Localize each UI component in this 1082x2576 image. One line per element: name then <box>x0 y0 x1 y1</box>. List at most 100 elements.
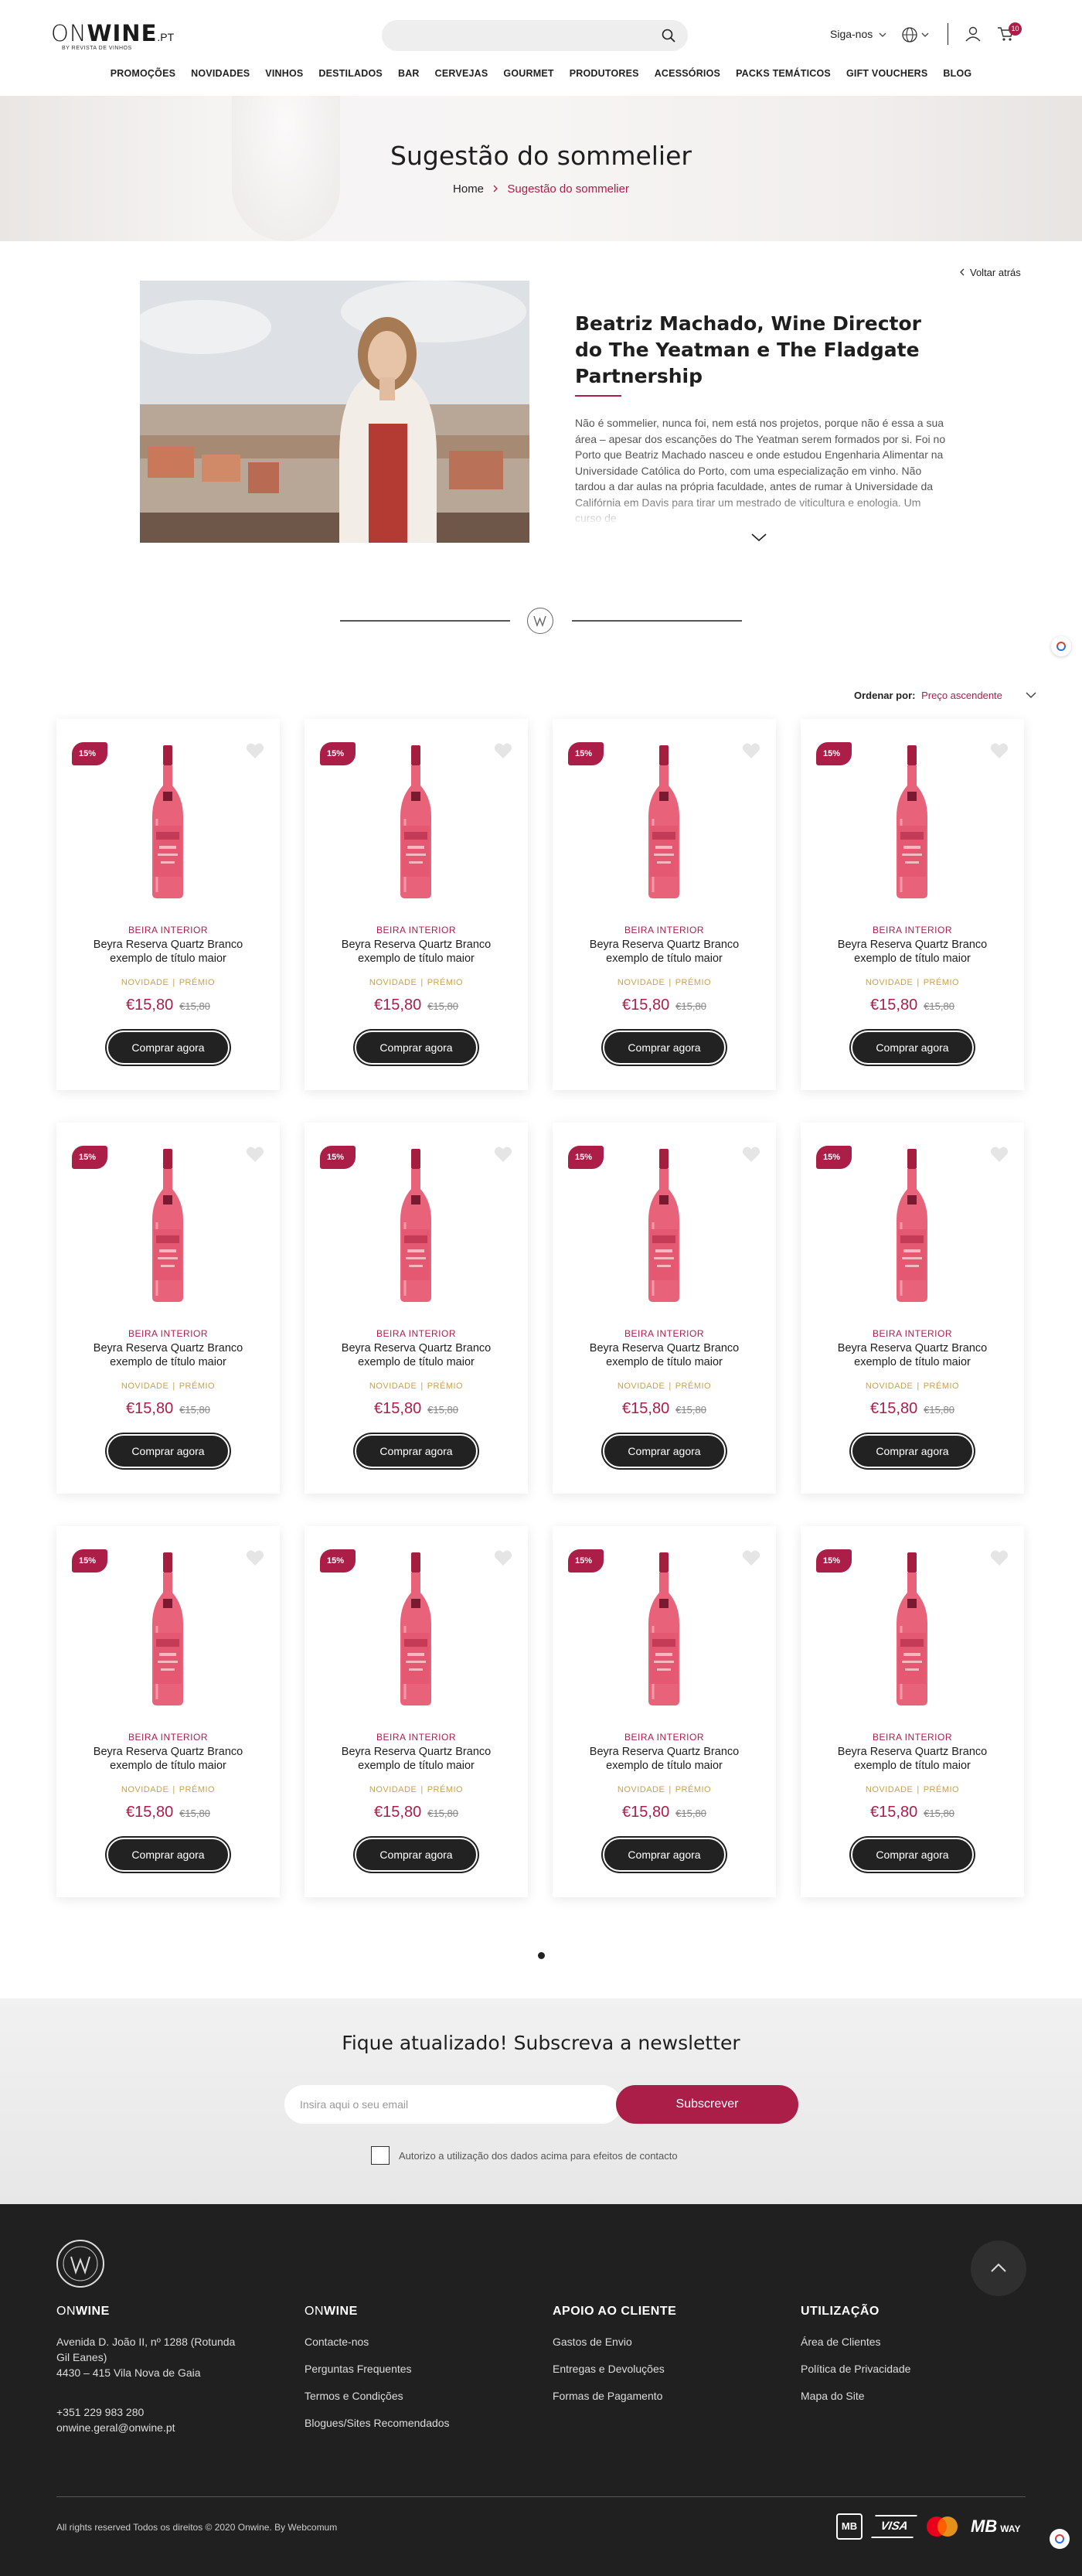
nav-item-produtores[interactable]: PRODUTORES <box>570 68 639 79</box>
footer-link-clientes[interactable]: Área de Clientes <box>801 2334 1002 2349</box>
buy-now-button[interactable]: Comprar agora <box>603 1031 726 1065</box>
footer-phone[interactable]: +351 229 983 280 <box>56 2404 250 2420</box>
favorite-heart-icon[interactable] <box>990 742 1009 763</box>
back-link[interactable]: Voltar atrás <box>958 267 1021 278</box>
buy-now-button[interactable]: Comprar agora <box>107 1838 230 1872</box>
favorite-heart-icon[interactable] <box>246 1549 264 1570</box>
product-card[interactable]: 15% BEIRA INTERIOR Beyra Reserva Quartz Br… <box>801 1526 1024 1897</box>
subscribe-button[interactable]: Subscrever <box>616 2085 798 2124</box>
nav-item-bar[interactable]: BAR <box>398 68 420 79</box>
favorite-heart-icon[interactable] <box>494 1549 512 1570</box>
wine-bottle-image[interactable] <box>398 745 434 900</box>
side-widget-icon[interactable] <box>1050 2529 1070 2549</box>
pagination-dot[interactable] <box>538 1952 545 1959</box>
footer-link-faq[interactable]: Perguntas Frequentes <box>305 2361 505 2377</box>
product-name[interactable]: Beyra Reserva Quartz Branco exemplo de t… <box>824 1341 1001 1369</box>
sort-selector[interactable]: Ordenar por: Preço ascendente <box>854 690 1036 701</box>
user-account[interactable] <box>965 26 982 46</box>
nav-item-cervejas[interactable]: CERVEJAS <box>435 68 488 79</box>
buy-now-button[interactable]: Comprar agora <box>355 1434 478 1468</box>
footer-link-envio[interactable]: Gastos de Envio <box>553 2334 754 2349</box>
nav-item-acessorios[interactable]: ACESSÓRIOS <box>655 68 720 79</box>
product-card[interactable]: 15% BEIRA INTERIOR Beyra Reserva Quartz Br… <box>305 719 528 1090</box>
product-name[interactable]: Beyra Reserva Quartz Branco exemplo de t… <box>824 1745 1001 1773</box>
favorite-heart-icon[interactable] <box>742 1549 760 1570</box>
footer-link-entregas[interactable]: Entregas e Devoluções <box>553 2361 754 2377</box>
onwine-logo[interactable]: ONWINE.PT BY REVISTA DE VINHOS <box>51 20 174 51</box>
language-selector[interactable] <box>901 26 929 47</box>
product-name[interactable]: Beyra Reserva Quartz Branco exemplo de t… <box>328 938 505 966</box>
consent-checkbox[interactable] <box>371 2146 390 2165</box>
product-name[interactable]: Beyra Reserva Quartz Branco exemplo de t… <box>80 1341 257 1369</box>
wine-bottle-image[interactable] <box>894 1149 930 1303</box>
footer-link-termos[interactable]: Termos e Condições <box>305 2388 505 2404</box>
breadcrumb-home[interactable]: Home <box>453 182 484 196</box>
wine-bottle-image[interactable] <box>398 1552 434 1707</box>
footer-link-privacidade[interactable]: Política de Privacidade <box>801 2361 1002 2377</box>
wine-bottle-image[interactable] <box>150 1552 185 1707</box>
product-card[interactable]: 15% BEIRA INTERIOR Beyra Reserva Quartz Br… <box>553 1123 776 1494</box>
search-input[interactable] <box>382 20 688 51</box>
favorite-heart-icon[interactable] <box>742 1146 760 1167</box>
footer-link-blogues[interactable]: Blogues/Sites Recomendados <box>305 2415 505 2431</box>
product-card[interactable]: 15% BEIRA INTERIOR Beyra Reserva Quartz Br… <box>56 1526 280 1897</box>
buy-now-button[interactable]: Comprar agora <box>851 1434 974 1468</box>
wine-bottle-image[interactable] <box>646 1149 682 1303</box>
footer-email[interactable]: onwine.geral@onwine.pt <box>56 2420 250 2435</box>
wine-bottle-image[interactable] <box>150 1149 185 1303</box>
product-name[interactable]: Beyra Reserva Quartz Branco exemplo de t… <box>576 1745 753 1773</box>
product-card[interactable]: 15% BEIRA INTERIOR Beyra Reserva Quartz Br… <box>56 719 280 1090</box>
back-to-top-button[interactable] <box>971 2240 1026 2296</box>
newsletter-email-input[interactable]: Insira aqui o seu email <box>284 2085 621 2124</box>
favorite-heart-icon[interactable] <box>246 1146 264 1167</box>
product-name[interactable]: Beyra Reserva Quartz Branco exemplo de t… <box>328 1341 505 1369</box>
product-card[interactable]: 15% BEIRA INTERIOR Beyra Reserva Quartz Br… <box>56 1123 280 1494</box>
product-card[interactable]: 15% BEIRA INTERIOR Beyra Reserva Quartz Br… <box>305 1526 528 1897</box>
wine-bottle-image[interactable] <box>646 1552 682 1707</box>
search-icon[interactable] <box>662 29 675 46</box>
product-name[interactable]: Beyra Reserva Quartz Branco exemplo de t… <box>80 938 257 966</box>
expand-text-button[interactable] <box>750 532 767 547</box>
buy-now-button[interactable]: Comprar agora <box>851 1838 974 1872</box>
buy-now-button[interactable]: Comprar agora <box>603 1434 726 1468</box>
nav-item-blog[interactable]: BLOG <box>943 68 971 79</box>
buy-now-button[interactable]: Comprar agora <box>107 1434 230 1468</box>
nav-item-gourmet[interactable]: GOURMET <box>503 68 553 79</box>
product-name[interactable]: Beyra Reserva Quartz Branco exemplo de t… <box>824 938 1001 966</box>
product-card[interactable]: 15% BEIRA INTERIOR Beyra Reserva Quartz Br… <box>801 1123 1024 1494</box>
product-card[interactable]: 15% BEIRA INTERIOR Beyra Reserva Quartz Br… <box>305 1123 528 1494</box>
wine-bottle-image[interactable] <box>646 745 682 900</box>
footer-link-mapa[interactable]: Mapa do Site <box>801 2388 1002 2404</box>
footer-link-pagamento[interactable]: Formas de Pagamento <box>553 2388 754 2404</box>
nav-item-gift-vouchers[interactable]: GIFT VOUCHERS <box>846 68 927 79</box>
follow-dropdown[interactable]: Siga-nos <box>830 28 886 40</box>
buy-now-button[interactable]: Comprar agora <box>355 1031 478 1065</box>
nav-item-promocoes[interactable]: PROMOÇÕES <box>111 68 175 79</box>
buy-now-button[interactable]: Comprar agora <box>603 1838 726 1872</box>
wine-bottle-image[interactable] <box>894 745 930 900</box>
product-name[interactable]: Beyra Reserva Quartz Branco exemplo de t… <box>576 938 753 966</box>
buy-now-button[interactable]: Comprar agora <box>107 1031 230 1065</box>
favorite-heart-icon[interactable] <box>742 742 760 763</box>
product-card[interactable]: 15% BEIRA INTERIOR Beyra Reserva Quartz Br… <box>553 719 776 1090</box>
product-name[interactable]: Beyra Reserva Quartz Branco exemplo de t… <box>328 1745 505 1773</box>
wine-bottle-image[interactable] <box>894 1552 930 1707</box>
favorite-heart-icon[interactable] <box>246 742 264 763</box>
favorite-heart-icon[interactable] <box>990 1549 1009 1570</box>
wine-bottle-image[interactable] <box>398 1149 434 1303</box>
product-card[interactable]: 15% BEIRA INTERIOR Beyra Reserva Quartz Br… <box>801 719 1024 1090</box>
wine-bottle-image[interactable] <box>150 745 185 900</box>
buy-now-button[interactable]: Comprar agora <box>851 1031 974 1065</box>
nav-item-novidades[interactable]: NOVIDADES <box>191 68 250 79</box>
product-name[interactable]: Beyra Reserva Quartz Branco exemplo de t… <box>576 1341 753 1369</box>
buy-now-button[interactable]: Comprar agora <box>355 1838 478 1872</box>
product-card[interactable]: 15% BEIRA INTERIOR Beyra Reserva Quartz Br… <box>553 1526 776 1897</box>
favorite-heart-icon[interactable] <box>494 1146 512 1167</box>
nav-item-packs[interactable]: PACKS TEMÁTICOS <box>736 68 831 79</box>
side-widget-icon[interactable] <box>1051 636 1071 656</box>
favorite-heart-icon[interactable] <box>990 1146 1009 1167</box>
product-name[interactable]: Beyra Reserva Quartz Branco exemplo de t… <box>80 1745 257 1773</box>
footer-link-contacte[interactable]: Contacte-nos <box>305 2334 505 2349</box>
nav-item-destilados[interactable]: DESTILADOS <box>318 68 383 79</box>
nav-item-vinhos[interactable]: VINHOS <box>265 68 303 79</box>
